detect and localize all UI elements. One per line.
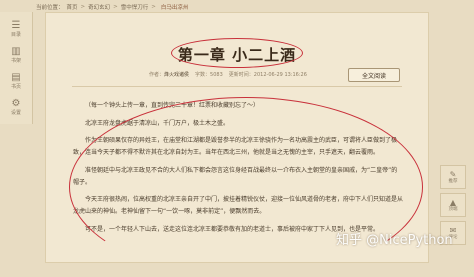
chapter-meta: 作者：烽火戏诸侯 字数：5083 更新时间：2012-06-29 13:16:2…	[149, 71, 307, 78]
gear-icon: ⚙	[11, 97, 21, 109]
breadcrumb-home-link[interactable]: 首页	[67, 3, 78, 11]
sidebar-item-label: 书架	[10, 57, 21, 64]
word-count-meta: 字数：5083	[195, 71, 223, 78]
sidebar-item-label: 书页	[10, 83, 21, 90]
sidebar-item-book-page[interactable]: ▤ 书页	[5, 70, 27, 92]
right-item-label: 顶端	[448, 206, 458, 212]
author-label: 作者：	[149, 72, 165, 78]
breadcrumb-separator: >	[113, 4, 118, 10]
list-icon: ☰	[11, 19, 21, 31]
author-link[interactable]: 烽火戏诸侯	[164, 72, 189, 78]
update-time-meta: 更新时间：2012-06-29 13:16:26	[229, 71, 307, 78]
left-toolbar: ☰ 目录 ▥ 书架 ▤ 书页 ⚙ 设置	[0, 12, 33, 124]
update-time: 2012-06-29 13:16:26	[253, 72, 307, 78]
book-icon: ▤	[11, 71, 21, 83]
sidebar-item-settings[interactable]: ⚙ 设置	[5, 96, 27, 118]
title-annotation-circle	[171, 38, 303, 68]
word-count-label: 字数：	[195, 72, 211, 78]
breadcrumb-current: 白马出凉州	[160, 5, 189, 11]
breadcrumb-category-link[interactable]: 奇幻玄幻	[88, 3, 110, 11]
sidebar-item-bookshelf[interactable]: ▥ 书架	[5, 44, 27, 66]
full-text-read-button[interactable]: 全文阅读	[348, 68, 400, 82]
breadcrumb-separator: >	[80, 4, 86, 10]
content-annotation-circle	[69, 97, 423, 277]
watermark: 知乎 @NicePython	[336, 233, 453, 248]
top-icon: ▲	[449, 197, 457, 207]
breadcrumb-label: 当前位置：	[36, 5, 64, 11]
sidebar-item-contents[interactable]: ☰ 目录	[5, 18, 27, 40]
tip-icon: ✎	[449, 169, 457, 179]
author-meta: 作者：烽火戏诸侯	[149, 71, 189, 78]
breadcrumb-separator: >	[151, 4, 156, 10]
reading-panel: 第一章 小二上酒 作者：烽火戏诸侯 字数：5083 更新时间：2012-06-2…	[45, 12, 429, 277]
recommend-button[interactable]: ✎ 推荐	[440, 165, 466, 189]
right-item-label: 推荐	[448, 178, 458, 184]
divider	[72, 86, 402, 87]
bookshelf-icon: ▥	[11, 45, 21, 57]
sidebar-item-label: 目录	[10, 31, 21, 38]
back-to-top-button[interactable]: ▲ 顶端	[440, 193, 466, 217]
sidebar-item-label: 设置	[10, 109, 21, 116]
word-count: 5083	[210, 72, 223, 78]
update-time-label: 更新时间：	[228, 72, 254, 78]
breadcrumb-book-link[interactable]: 雪中悍刀行	[121, 3, 149, 11]
